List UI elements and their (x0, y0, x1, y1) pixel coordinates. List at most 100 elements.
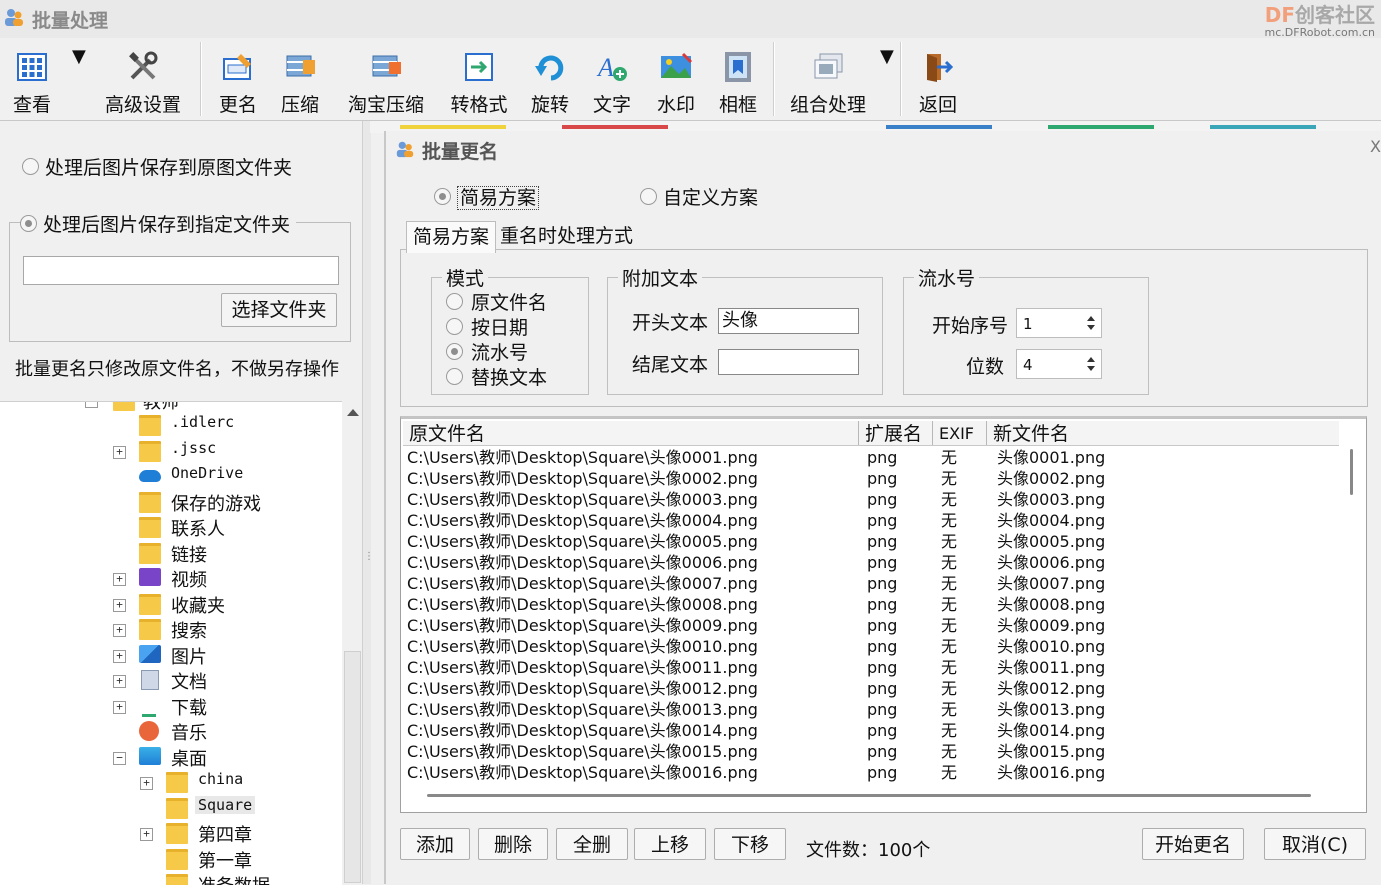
delete-button[interactable]: 删除 (478, 828, 548, 860)
table-row[interactable]: C:\Users\教师\Desktop\Square\头像0015.png png… (401, 741, 1341, 762)
simple-scheme-option[interactable]: 简易方案 (434, 183, 540, 210)
watermark-icon (661, 52, 693, 78)
taobao-compress-button[interactable]: 淘宝压缩 (346, 46, 426, 116)
mode-original-option[interactable]: 原文件名 (446, 288, 547, 315)
frame-button[interactable]: 相框 (712, 46, 764, 116)
save-dest-option[interactable]: 处理后图片保存到指定文件夹 (20, 210, 297, 237)
radio-button-selected[interactable] (446, 343, 463, 360)
prefix-input[interactable]: 头像 (718, 308, 859, 334)
dest-folder-input[interactable] (23, 256, 339, 285)
file-count: 文件数：100个 (806, 840, 931, 861)
expand-icon[interactable]: + (113, 700, 126, 714)
radio-button[interactable] (22, 158, 39, 175)
suffix-input[interactable] (718, 349, 859, 375)
column-header-exif[interactable]: EXIF (933, 421, 987, 445)
table-row[interactable]: C:\Users\教师\Desktop\Square\头像0011.png png… (401, 657, 1341, 678)
table-row[interactable]: C:\Users\教师\Desktop\Square\头像0010.png png… (401, 636, 1341, 657)
expand-icon[interactable]: + (113, 445, 126, 459)
choose-folder-button[interactable]: 选择文件夹 (221, 293, 337, 327)
table-row[interactable]: C:\Users\教师\Desktop\Square\头像0001.png png… (401, 447, 1341, 468)
tree-item-label: 音乐 (171, 723, 207, 744)
mode-replace-option[interactable]: 替换文本 (446, 363, 547, 390)
cell-original-name: C:\Users\教师\Desktop\Square\头像0008.png (407, 595, 758, 614)
scrollbar-thumb[interactable] (1350, 449, 1353, 495)
view-button[interactable]: 查看 (6, 46, 58, 116)
cell-exif: 无 (941, 469, 958, 488)
table-row[interactable]: C:\Users\教师\Desktop\Square\头像0012.png png… (401, 678, 1341, 699)
rotate-icon (535, 55, 564, 81)
cancel-button[interactable]: 取消(C) (1264, 828, 1366, 860)
scrollbar-thumb[interactable] (344, 651, 361, 883)
table-row[interactable]: C:\Users\教师\Desktop\Square\头像0002.png png… (401, 468, 1341, 489)
table-row[interactable]: C:\Users\教师\Desktop\Square\头像0003.png png… (401, 489, 1341, 510)
scroll-up-arrow-icon[interactable] (347, 409, 359, 416)
table-row[interactable]: C:\Users\教师\Desktop\Square\头像0007.png png… (401, 573, 1341, 594)
panel-splitter[interactable]: ⋮ (362, 121, 374, 884)
table-row[interactable]: C:\Users\教师\Desktop\Square\头像0005.png png… (401, 531, 1341, 552)
convert-format-button[interactable]: 转格式 (448, 46, 510, 116)
expand-icon[interactable]: + (113, 624, 126, 637)
table-row[interactable]: C:\Users\教师\Desktop\Square\头像0006.png png… (401, 552, 1341, 573)
spin-down-icon[interactable] (1087, 366, 1095, 371)
start-number-stepper[interactable]: 1 (1016, 308, 1102, 338)
expand-icon[interactable]: + (140, 777, 153, 790)
cell-original-name: C:\Users\教师\Desktop\Square\头像0015.png (407, 742, 758, 761)
expand-icon[interactable]: + (113, 649, 126, 663)
delete-all-button[interactable]: 全删 (556, 828, 628, 860)
mode-date-option[interactable]: 按日期 (446, 313, 528, 340)
add-button[interactable]: 添加 (400, 828, 470, 860)
advanced-settings-button[interactable]: 高级设置 (100, 46, 186, 116)
tree-item-label: OneDrive (171, 464, 244, 482)
folder-tree[interactable]: − 教师 .idlerc+.jsscOneDrive保存的游戏联系人链接+视频+… (0, 401, 342, 885)
rotate-button[interactable]: 旋转 (524, 46, 576, 116)
view-dropdown-icon[interactable]: ▼ (72, 46, 86, 67)
file-list-table[interactable]: 原文件名 扩展名 EXIF 新文件名 C:\Users\教师\Desktop\S… (400, 416, 1367, 813)
expand-icon[interactable]: + (140, 828, 153, 841)
rename-button[interactable]: 更名 (212, 46, 264, 116)
column-header-original[interactable]: 原文件名 (403, 421, 859, 445)
tab-simple-scheme[interactable]: 简易方案 (406, 221, 497, 253)
back-button[interactable]: 返回 (912, 46, 964, 116)
radio-button[interactable] (446, 293, 463, 310)
spin-up-icon[interactable] (1087, 357, 1095, 362)
compress-button[interactable]: 压缩 (274, 46, 326, 116)
digits-stepper[interactable]: 4 (1016, 349, 1102, 379)
text-icon: A (596, 53, 627, 82)
spin-down-icon[interactable] (1087, 325, 1095, 330)
text-button[interactable]: A 文字 (586, 46, 638, 116)
table-vertical-scrollbar[interactable] (1345, 447, 1359, 797)
spin-up-icon[interactable] (1087, 316, 1095, 321)
save-original-option[interactable]: 处理后图片保存到原图文件夹 (22, 153, 292, 180)
table-row[interactable]: C:\Users\教师\Desktop\Square\头像0013.png png… (401, 699, 1341, 720)
radio-button-selected[interactable] (20, 215, 37, 232)
radio-button-selected[interactable] (434, 188, 451, 205)
radio-button[interactable] (640, 188, 657, 205)
column-header-extension[interactable]: 扩展名 (859, 421, 933, 445)
watermark-button[interactable]: 水印 (650, 46, 702, 116)
move-up-button[interactable]: 上移 (634, 828, 706, 860)
expand-icon[interactable]: + (113, 573, 126, 586)
table-row[interactable]: C:\Users\教师\Desktop\Square\头像0009.png png… (401, 615, 1341, 636)
start-rename-button[interactable]: 开始更名 (1142, 828, 1244, 860)
tab-duplicate-handling[interactable]: 重名时处理方式 (494, 221, 639, 251)
custom-scheme-option[interactable]: 自定义方案 (640, 183, 758, 210)
table-row[interactable]: C:\Users\教师\Desktop\Square\头像0008.png png… (401, 594, 1341, 615)
expand-icon[interactable]: + (113, 675, 126, 688)
cell-extension: png (867, 448, 898, 467)
collapse-icon[interactable]: − (113, 751, 126, 765)
column-header-new-name[interactable]: 新文件名 (987, 421, 1339, 445)
table-row[interactable]: C:\Users\教师\Desktop\Square\头像0016.png png… (401, 762, 1341, 783)
tree-scrollbar[interactable] (342, 401, 362, 884)
expand-icon[interactable]: + (113, 598, 126, 612)
mode-serial-option[interactable]: 流水号 (446, 338, 528, 365)
table-row[interactable]: C:\Users\教师\Desktop\Square\头像0014.png png… (401, 720, 1341, 741)
table-row[interactable]: C:\Users\教师\Desktop\Square\头像0004.png png… (401, 510, 1341, 531)
radio-button[interactable] (446, 318, 463, 335)
move-down-button[interactable]: 下移 (714, 828, 786, 860)
combo-process-button[interactable]: 组合处理 (786, 46, 870, 116)
radio-button[interactable] (446, 368, 463, 385)
table-horizontal-scrollbar[interactable] (427, 794, 1311, 797)
collapse-icon[interactable]: − (85, 402, 98, 408)
close-icon[interactable]: X (1370, 137, 1381, 156)
combo-dropdown-icon[interactable]: ▼ (880, 46, 894, 67)
